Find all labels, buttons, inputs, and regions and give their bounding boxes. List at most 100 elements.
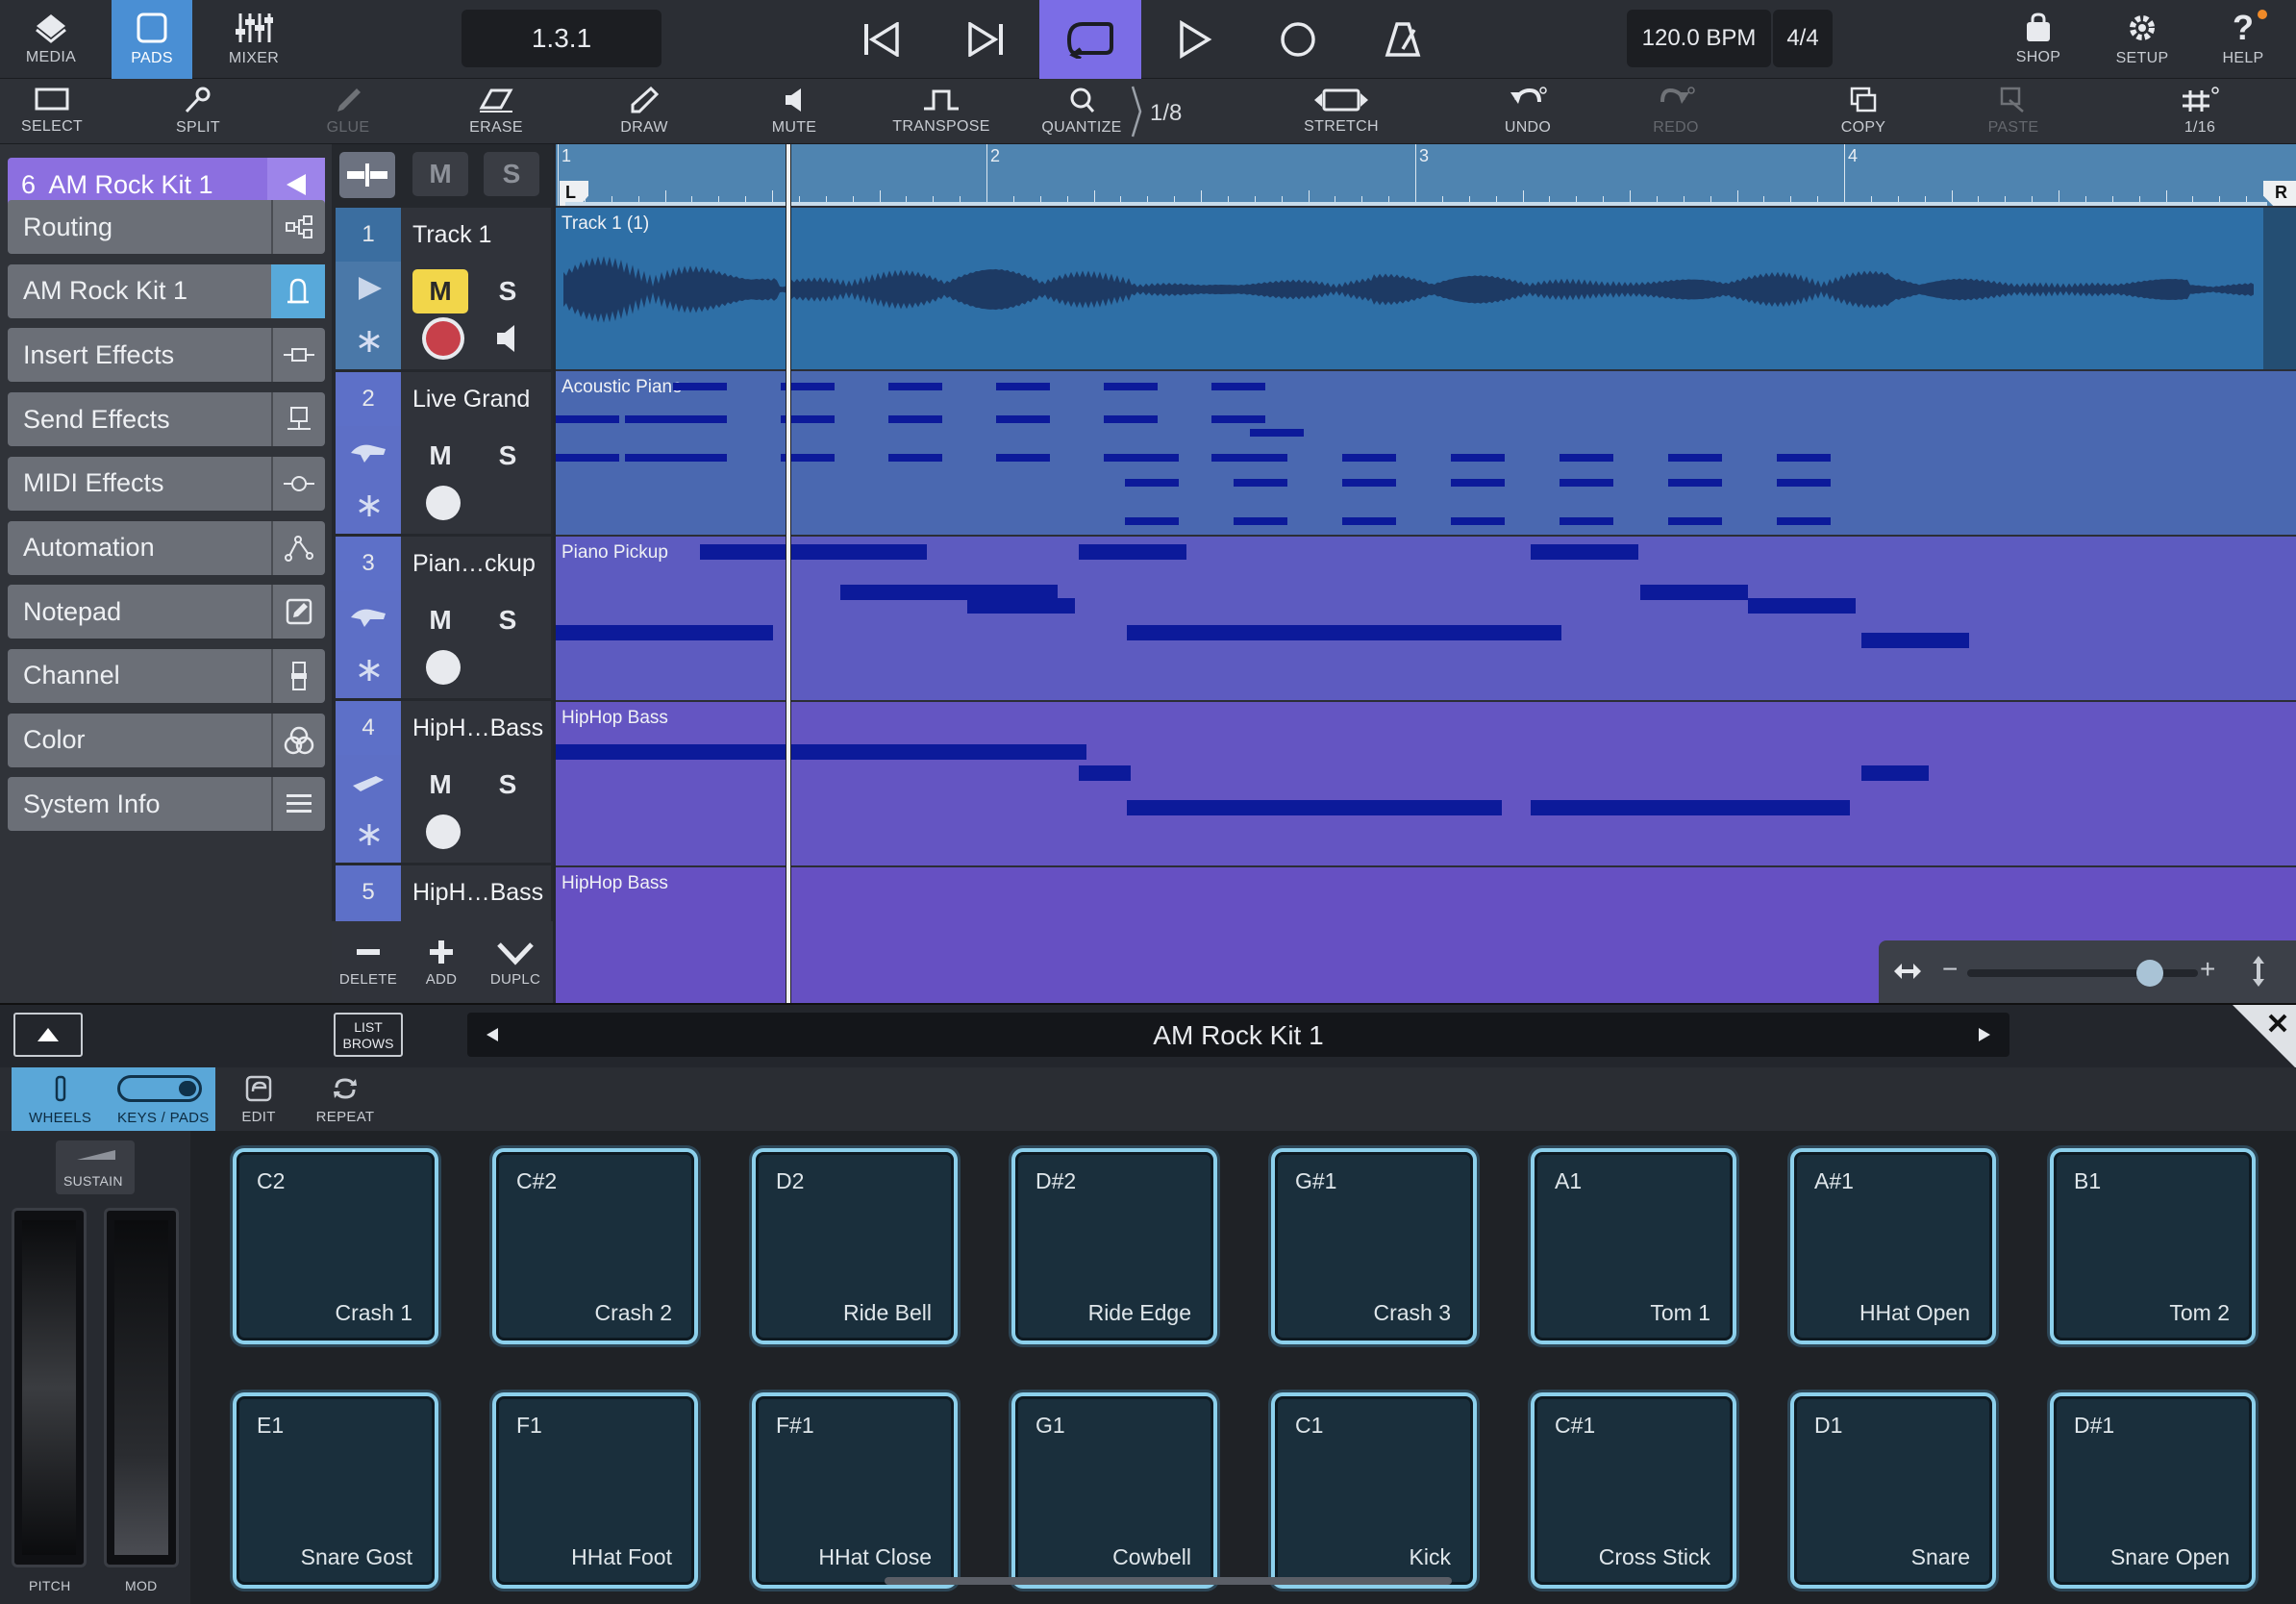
midi-note[interactable]	[1342, 517, 1396, 525]
track-solo-button[interactable]: S	[480, 269, 536, 313]
track-lane-1[interactable]: Track 1 (1)	[556, 208, 2296, 369]
track-header-3[interactable]: 3 Pian…ckup M S	[336, 537, 551, 698]
midi-note[interactable]	[996, 454, 1050, 462]
bass-instrument-icon[interactable]	[349, 770, 387, 793]
position-display[interactable]: 1.3.1	[462, 10, 661, 67]
midi-note[interactable]	[625, 415, 679, 423]
midi-note[interactable]	[1125, 454, 1179, 462]
inspector-item-system-info[interactable]: System Info	[8, 777, 325, 832]
midi-note[interactable]	[1127, 800, 1502, 815]
midi-note[interactable]	[1777, 454, 1831, 462]
inspector-item-automation[interactable]: Automation	[8, 520, 325, 575]
paste-button[interactable]: PASTE	[1975, 79, 2052, 144]
track-mute-button[interactable]: M	[412, 269, 468, 313]
midi-note[interactable]	[1861, 765, 1929, 781]
midi-note[interactable]	[1531, 544, 1638, 560]
track-name[interactable]: Track 1	[412, 208, 491, 262]
midi-note[interactable]	[625, 454, 679, 462]
track-name[interactable]: Pian…ckup	[412, 537, 536, 590]
piano-instrument-icon[interactable]	[349, 439, 387, 466]
midi-note[interactable]	[1531, 800, 1850, 815]
midi-note[interactable]	[1748, 598, 1856, 614]
media-button[interactable]: MEDIA	[0, 0, 102, 79]
edit-pads-button[interactable]: EDIT	[233, 1067, 285, 1131]
loop-end-marker[interactable]: R	[2263, 181, 2296, 206]
drum-pad[interactable]: D#1 Snare Open	[2054, 1396, 2252, 1585]
loop-button[interactable]	[1039, 0, 1141, 79]
record-arm-button[interactable]	[426, 486, 461, 520]
drum-pad[interactable]: D2 Ride Bell	[756, 1152, 954, 1341]
split-tool[interactable]: SPLIT	[160, 79, 237, 144]
midi-note[interactable]	[556, 625, 773, 640]
pads-button[interactable]: PADS	[112, 0, 192, 79]
midi-note[interactable]	[888, 454, 942, 462]
track-solo-button[interactable]: S	[480, 763, 536, 807]
record-arm-button[interactable]	[426, 815, 461, 849]
inspector-item-notepad[interactable]: Notepad	[8, 585, 325, 639]
midi-note[interactable]	[1668, 517, 1722, 525]
midi-note[interactable]	[1234, 517, 1287, 525]
mute-all-button[interactable]: M	[412, 152, 468, 196]
drum-pad[interactable]: E1 Snare Gost	[237, 1396, 435, 1585]
midi-note[interactable]	[1861, 633, 1969, 648]
track-mute-button[interactable]: M	[412, 763, 468, 807]
midi-note[interactable]	[1342, 454, 1396, 462]
vertical-zoom-icon[interactable]	[2250, 954, 2267, 989]
redo-button[interactable]: REDO	[1635, 79, 1717, 144]
track-view-toggle[interactable]	[339, 152, 395, 198]
stretch-tool[interactable]: STRETCH	[1298, 79, 1385, 144]
freeze-icon[interactable]	[357, 658, 382, 683]
midi-note[interactable]	[1250, 429, 1304, 437]
piano-instrument-icon[interactable]	[349, 604, 387, 631]
record-arm-button[interactable]	[426, 321, 461, 356]
drum-pad[interactable]: C#1 Cross Stick	[1535, 1396, 1733, 1585]
midi-note[interactable]	[1560, 479, 1613, 487]
next-instrument-icon[interactable]	[1977, 1026, 1992, 1043]
midi-note[interactable]	[1668, 479, 1722, 487]
track-name[interactable]: HipH…Bass	[412, 701, 543, 755]
track-solo-button[interactable]: S	[480, 434, 536, 478]
track-mute-button[interactable]: M	[412, 598, 468, 642]
erase-tool[interactable]: ERASE	[458, 79, 535, 144]
wheels-keys-toggle[interactable]: WHEELS KEYS / PADS	[12, 1067, 215, 1131]
freeze-icon[interactable]	[357, 822, 382, 847]
midi-note[interactable]	[996, 415, 1050, 423]
playhead[interactable]	[786, 144, 790, 1003]
solo-all-button[interactable]: S	[484, 152, 539, 196]
track-lane-2[interactable]: Acoustic Piano	[556, 371, 2296, 535]
zoom-slider-thumb[interactable]	[2136, 960, 2163, 987]
drum-pad[interactable]: D#2 Ride Edge	[1015, 1152, 1213, 1341]
mod-wheel[interactable]	[104, 1208, 179, 1567]
midi-note[interactable]	[1079, 765, 1131, 781]
freeze-icon[interactable]	[357, 329, 382, 354]
drum-pad[interactable]: C1 Kick	[1275, 1396, 1473, 1585]
drum-pad[interactable]: F#1 HHat Close	[756, 1396, 954, 1585]
midi-note[interactable]	[1211, 415, 1265, 423]
midi-note[interactable]	[1125, 517, 1179, 525]
drum-pad[interactable]: C#2 Crash 2	[496, 1152, 694, 1341]
midi-note[interactable]	[1127, 625, 1561, 640]
midi-note[interactable]	[1560, 517, 1613, 525]
midi-note[interactable]	[1451, 454, 1505, 462]
duplicate-track-button[interactable]: DUPLC	[482, 927, 549, 998]
midi-note[interactable]	[1234, 479, 1287, 487]
midi-note[interactable]	[673, 383, 727, 390]
repeat-button[interactable]: REPEAT	[313, 1067, 377, 1131]
midi-note[interactable]	[1560, 454, 1613, 462]
drum-pad[interactable]: C2 Crash 1	[237, 1152, 435, 1341]
help-button[interactable]: ? HELP	[2202, 0, 2284, 79]
record-arm-button[interactable]	[426, 650, 461, 685]
select-tool[interactable]: SELECT	[13, 79, 90, 144]
midi-note[interactable]	[1668, 454, 1722, 462]
midi-note[interactable]	[1342, 479, 1396, 487]
setup-button[interactable]: SETUP	[2102, 0, 2183, 79]
horizontal-zoom-icon[interactable]	[1892, 960, 1923, 983]
inspector-item-send-effects[interactable]: Send Effects	[8, 392, 325, 447]
freeze-icon[interactable]	[357, 493, 382, 518]
zoom-out-icon[interactable]: −	[1942, 954, 1958, 985]
timeline-ruler[interactable]: 1 2 3 4 L R	[556, 144, 2296, 206]
drum-pad[interactable]: A1 Tom 1	[1535, 1152, 1733, 1341]
track-name[interactable]: HipH…Bass	[412, 865, 543, 919]
inspector-item-channel[interactable]: Channel	[8, 648, 325, 703]
midi-note[interactable]	[1125, 479, 1179, 487]
